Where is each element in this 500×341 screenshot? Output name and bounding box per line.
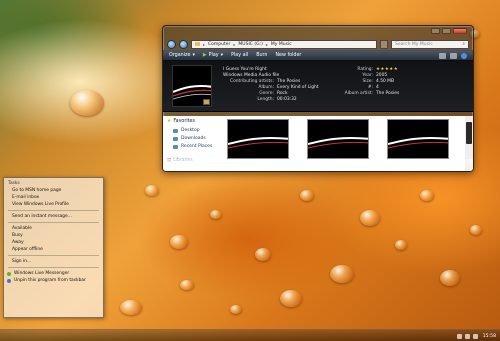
- nav-item-desktop[interactable]: Desktop: [167, 127, 215, 135]
- chevron-down-icon: ▾: [192, 53, 195, 58]
- menu-item-busy[interactable]: Busy: [4, 232, 103, 239]
- recent-places-icon: [173, 145, 178, 149]
- menu-item-msn-home[interactable]: Go to MSN home page: [4, 187, 103, 194]
- album-tile[interactable]: [307, 119, 369, 159]
- title-bar[interactable]: [163, 26, 473, 38]
- play-all-button[interactable]: Play all: [231, 53, 248, 58]
- wallpaper-drop: [470, 225, 482, 235]
- jump-list-menu: Tasks Go to MSN home page E-mail inbox V…: [3, 177, 104, 318]
- wallpaper-drop: [330, 265, 354, 283]
- minimize-button[interactable]: [431, 28, 440, 34]
- help-icon[interactable]: [461, 52, 467, 59]
- chevron-down-icon: ▾: [220, 53, 224, 58]
- wallpaper-drop: [440, 270, 460, 286]
- forward-button[interactable]: [179, 39, 188, 49]
- menu-separator: [8, 222, 99, 223]
- explorer-window[interactable]: ▸ Computer ▸ MUSIC (G:) ▸ My Music Searc…: [162, 25, 474, 172]
- address-bar[interactable]: ▸ Computer ▸ MUSIC (G:) ▸ My Music: [191, 39, 377, 49]
- wallpaper-drop: [395, 240, 407, 250]
- album-tile[interactable]: [387, 119, 449, 159]
- clock[interactable]: 15:58: [483, 334, 496, 339]
- menu-separator: [8, 267, 99, 268]
- breadcrumb-music-drive[interactable]: MUSIC (G:): [238, 42, 262, 47]
- breadcrumb-computer[interactable]: Computer: [208, 42, 230, 47]
- wallpaper-drop: [230, 305, 242, 314]
- chevron-right-icon: ▸: [265, 41, 268, 47]
- window-fade: [163, 159, 473, 171]
- length-label: Length:: [257, 97, 274, 103]
- menu-item-email-inbox[interactable]: E-mail inbox: [4, 194, 103, 201]
- content-area: ★ Favorites Desktop Downloads Recent Pla…: [163, 116, 473, 171]
- menu-item-live-messenger[interactable]: Windows Live Messenger: [4, 270, 103, 277]
- play-overlay-icon[interactable]: [203, 99, 210, 105]
- menu-separator: [8, 255, 99, 256]
- menu-item-unpin[interactable]: Unpin this program from taskbar: [4, 277, 103, 284]
- preview-pane-icon[interactable]: [450, 52, 457, 59]
- burn-button[interactable]: Burn: [256, 53, 267, 58]
- details-column-2: Rating: ★★★★★ Year: 2005 Size: 4.50 MB #: 4 …: [331, 67, 400, 97]
- view-controls: [439, 52, 467, 59]
- chevron-right-icon: ▸: [233, 41, 236, 47]
- play-icon: ▶: [202, 53, 207, 58]
- close-button[interactable]: [453, 28, 467, 34]
- views-icon[interactable]: [439, 52, 446, 59]
- menu-item-send-im[interactable]: Send an instant message...: [4, 213, 103, 220]
- new-folder-button[interactable]: New folder: [275, 53, 301, 58]
- address-row: ▸ Computer ▸ MUSIC (G:) ▸ My Music Searc…: [163, 38, 473, 50]
- details-pane: I Guess You're Right Windows Media Audio…: [163, 61, 473, 112]
- wallpaper-drop: [145, 185, 159, 196]
- network-icon[interactable]: [464, 333, 470, 339]
- back-button[interactable]: [167, 39, 176, 49]
- volume-icon[interactable]: [472, 333, 478, 339]
- details-column-1: I Guess You're Right Windows Media Audio…: [223, 67, 319, 104]
- menu-item-available[interactable]: Available: [4, 225, 103, 232]
- window-controls: [431, 28, 467, 34]
- nav-item-recent-places[interactable]: Recent Places: [167, 143, 215, 151]
- album-artist-label: Album artist:: [344, 91, 373, 97]
- search-placeholder: Search My Music: [395, 41, 433, 47]
- messenger-icon: [7, 271, 11, 276]
- desktop-icon: [173, 129, 178, 133]
- album-artist-value[interactable]: The Posies: [376, 91, 399, 97]
- wallpaper-drop: [255, 248, 271, 261]
- taskbar: 15:58: [0, 329, 500, 341]
- menu-separator: [8, 210, 99, 211]
- menu-item-appear-offline[interactable]: Appear offline: [4, 246, 103, 253]
- menu-header-tasks: Tasks: [8, 181, 20, 186]
- star-icon: ★: [167, 119, 172, 124]
- system-tray: 15:58: [456, 330, 496, 341]
- wallpaper-drop: [170, 235, 188, 249]
- favorites-header[interactable]: ★ Favorites: [167, 119, 215, 124]
- length-value: 00:03:32: [277, 97, 297, 103]
- play-button[interactable]: ▶ Play ▾: [203, 53, 223, 58]
- menu-item-live-profile[interactable]: View Windows Live Profile: [4, 201, 103, 208]
- wallpaper-drop: [360, 210, 380, 226]
- wallpaper-drop: [120, 300, 142, 315]
- wallpaper-drop: [70, 90, 104, 116]
- flag-icon[interactable]: [456, 333, 462, 339]
- search-input[interactable]: Search My Music ⌕: [391, 39, 469, 49]
- breadcrumb-my-music[interactable]: My Music: [271, 42, 292, 47]
- unpin-icon: [7, 278, 11, 283]
- wallpaper-drop: [420, 190, 434, 201]
- album-art: [172, 65, 212, 107]
- album-tile[interactable]: [227, 119, 289, 159]
- chevron-right-icon: ▸: [203, 41, 206, 47]
- downloads-icon: [173, 137, 178, 141]
- nav-item-downloads[interactable]: Downloads: [167, 135, 215, 143]
- menu-item-sign-in[interactable]: Sign in...: [4, 258, 103, 265]
- wallpaper-drop: [180, 280, 194, 290]
- scrollbar-thumb[interactable]: [466, 122, 472, 144]
- organize-button[interactable]: Organize ▾: [169, 53, 195, 58]
- command-bar: Organize ▾ ▶ Play ▾ Play all Burn New folde…: [163, 50, 473, 61]
- refresh-button[interactable]: [380, 39, 388, 49]
- wallpaper-drop: [210, 210, 222, 219]
- wallpaper-drop: [280, 290, 302, 307]
- maximize-button[interactable]: [442, 28, 451, 34]
- wallpaper-drop: [300, 190, 314, 201]
- folder-icon: [195, 42, 200, 46]
- menu-item-away[interactable]: Away: [4, 239, 103, 246]
- search-icon: ⌕: [462, 42, 465, 47]
